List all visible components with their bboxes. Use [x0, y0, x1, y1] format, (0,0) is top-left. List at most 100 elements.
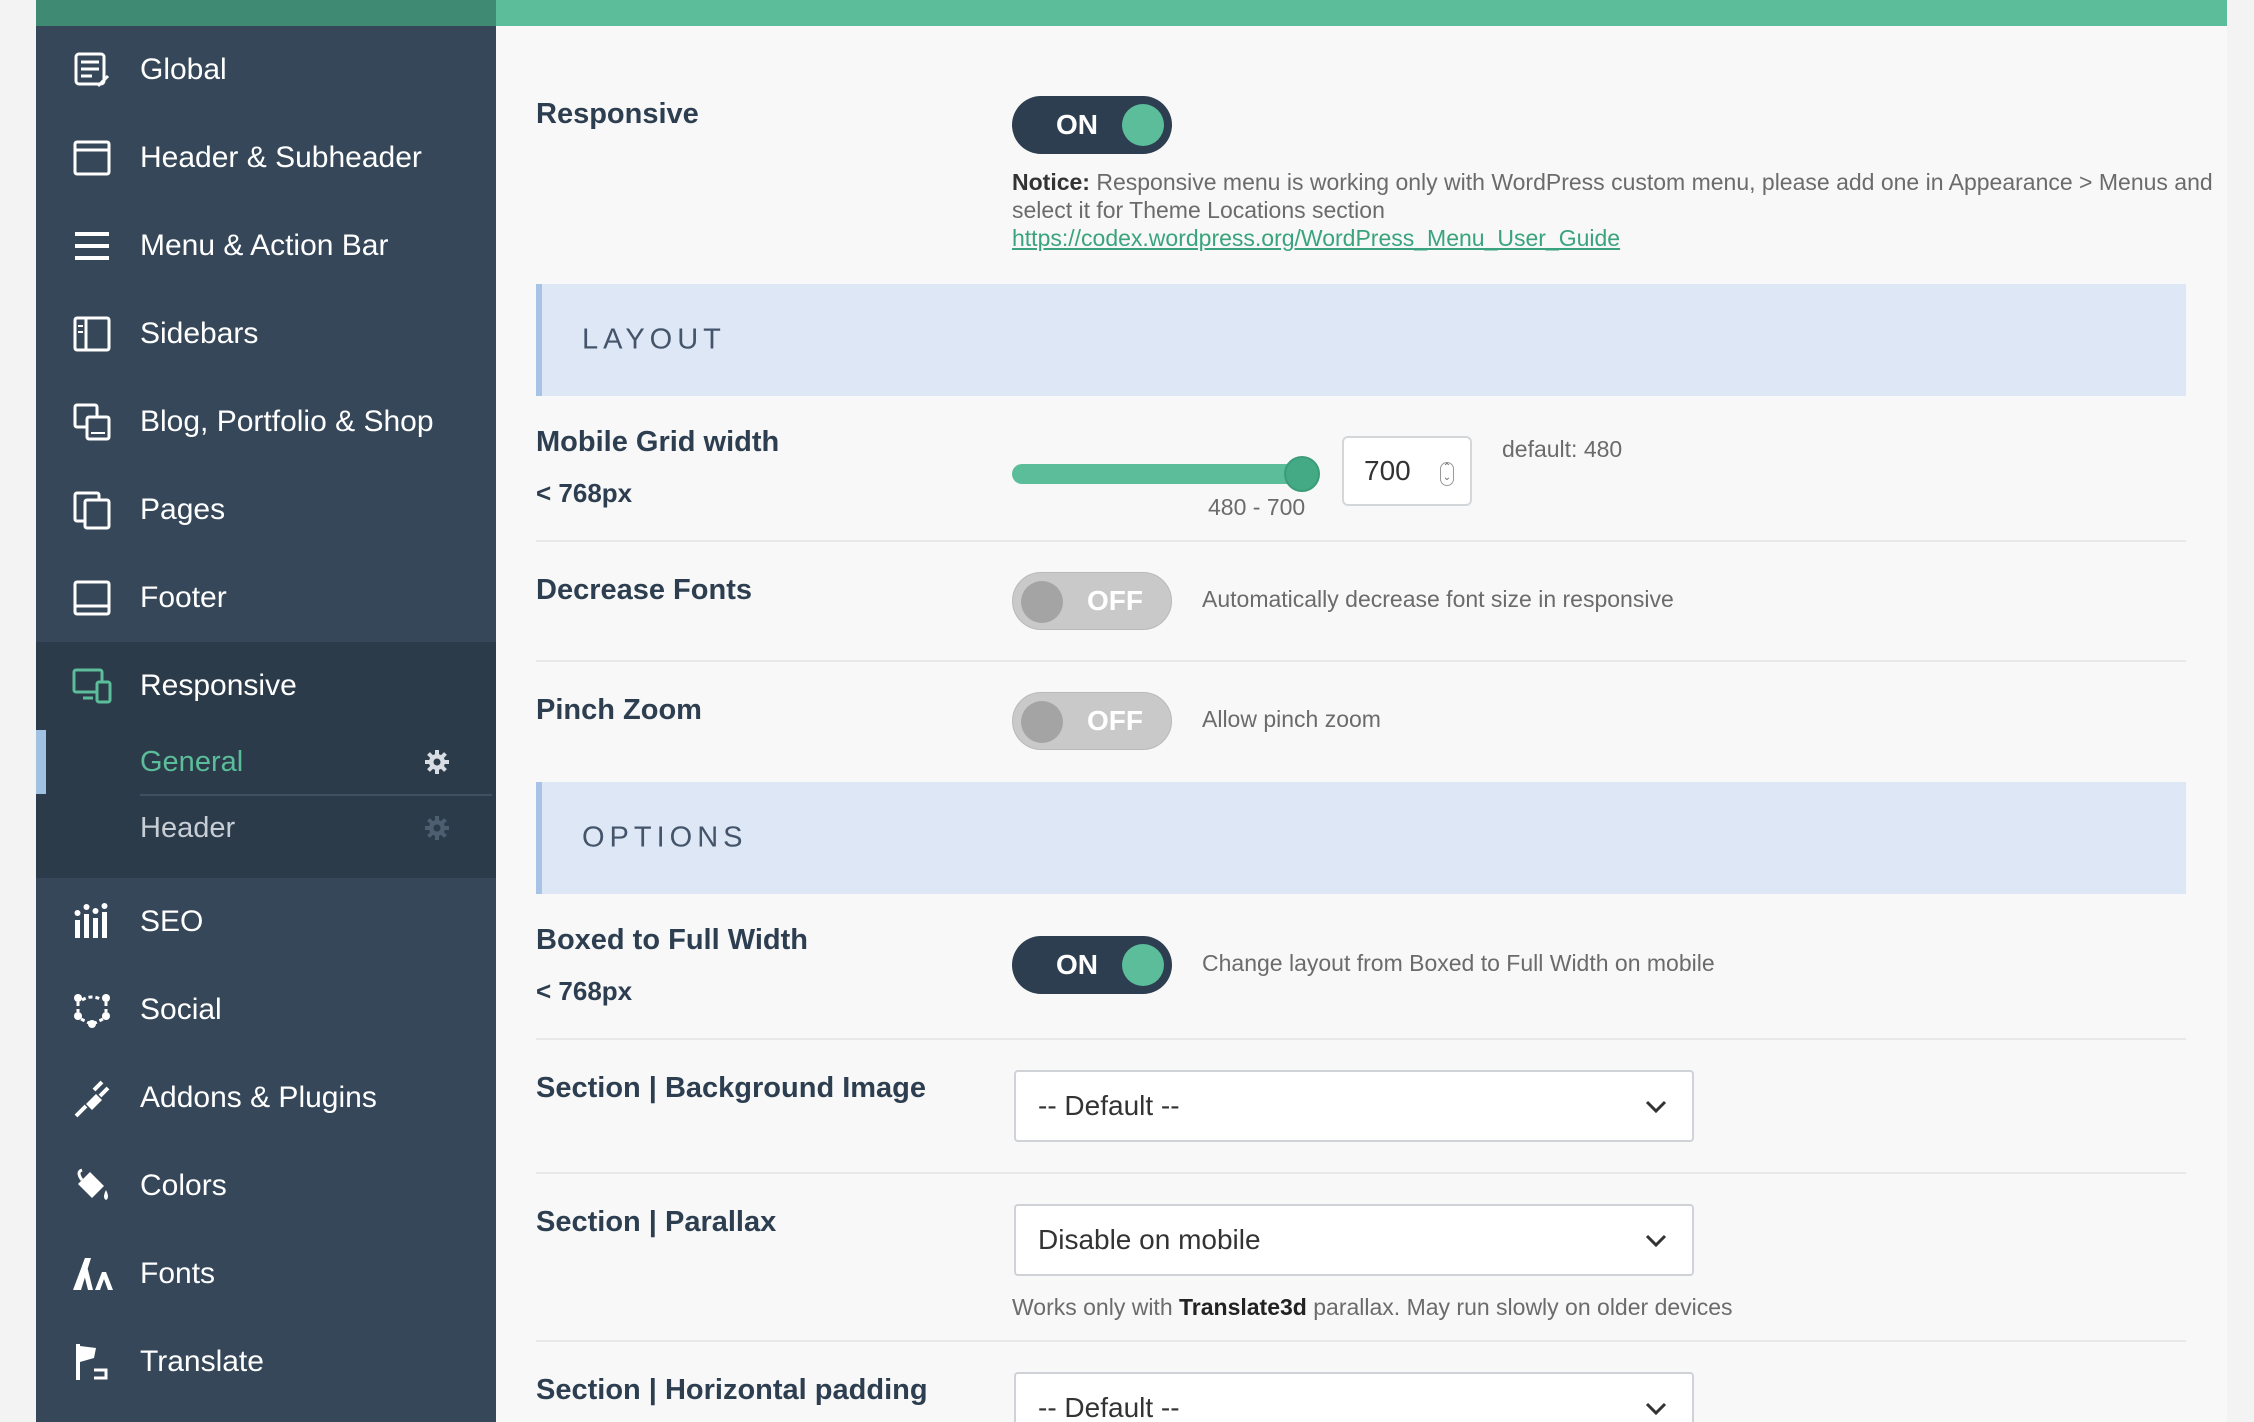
sidebar-item-colors[interactable]: Colors [36, 1142, 496, 1230]
global-settings-icon [70, 48, 114, 92]
sidebar-item-label: Blog, Portfolio & Shop [140, 405, 434, 438]
sidebar-item-global[interactable]: Global [36, 26, 496, 114]
sidebar-item-seo[interactable]: SEO [36, 878, 496, 966]
sidebar-item-label: Sidebars [140, 317, 259, 350]
notice-title: Notice: [1012, 169, 1090, 195]
footer-layout-icon [70, 576, 114, 620]
sidebar-item-blog-portfolio-shop[interactable]: Blog, Portfolio & Shop [36, 378, 496, 466]
mobile-grid-sublabel: < 768px [536, 478, 633, 508]
plugin-icon [70, 1076, 114, 1120]
toggle-text: OFF [1087, 585, 1143, 616]
translate-flag-icon [70, 1340, 114, 1384]
header-window-icon [70, 136, 114, 180]
app-frame: Global Header & Subheader Menu & Action … [36, 0, 2227, 1422]
submenu-item-header[interactable]: Header [36, 796, 496, 860]
layout-section-heading: LAYOUT [536, 284, 2186, 396]
section-title: LAYOUT [582, 323, 726, 356]
chevron-down-icon [1645, 1234, 1667, 1248]
hamburger-menu-icon [70, 224, 114, 268]
horizontal-padding-label: Section | Horizontal padding [536, 1374, 928, 1406]
seo-bars-icon [70, 900, 114, 944]
sidebar: Global Header & Subheader Menu & Action … [36, 26, 496, 1422]
sidebar-item-sidebars[interactable]: Sidebars [36, 290, 496, 378]
mobile-grid-label: Mobile Grid width [536, 426, 780, 458]
submenu-item-label: General [140, 745, 244, 778]
responsive-devices-icon [70, 664, 114, 708]
submenu-item-label: Header [140, 811, 236, 844]
sidebar-item-label: Menu & Action Bar [140, 229, 389, 262]
sidebar-item-header-subheader[interactable]: Header & Subheader [36, 114, 496, 202]
grid-width-slider-track[interactable] [1012, 464, 1302, 484]
sidebar-item-label: Pages [140, 493, 226, 526]
sidebar-item-responsive[interactable]: Responsive [36, 642, 496, 730]
pinch-zoom-toggle[interactable]: OFF [1012, 692, 1172, 750]
note-bold-text: Translate3d [1179, 1294, 1307, 1320]
sidebar-item-label: Colors [140, 1169, 227, 1202]
grid-width-input[interactable]: 700 ⌃ ⌄ [1342, 436, 1472, 506]
pinch-zoom-label: Pinch Zoom [536, 694, 702, 726]
parallax-note: Works only with Translate3d parallax. Ma… [1012, 1294, 1733, 1321]
gear-icon[interactable] [424, 815, 450, 841]
social-network-icon [70, 988, 114, 1032]
sidebar-item-label: Footer [140, 581, 227, 614]
row-divider [536, 1172, 2186, 1174]
sidebar-item-footer[interactable]: Footer [36, 554, 496, 642]
toggle-knob [1021, 581, 1063, 623]
toggle-knob [1122, 104, 1164, 146]
active-marker [36, 730, 46, 794]
wordpress-menu-guide-link[interactable]: https://codex.wordpress.org/WordPress_Me… [1012, 225, 1620, 251]
boxed-full-width-sublabel: < 768px [536, 976, 633, 1006]
responsive-toggle[interactable]: ON [1012, 96, 1172, 154]
pinch-zoom-description: Allow pinch zoom [1202, 706, 1381, 732]
sidebar-item-fonts[interactable]: Fonts [36, 1230, 496, 1318]
section-title: OPTIONS [582, 821, 748, 854]
row-divider [536, 660, 2186, 662]
sidebar-item-label: SEO [140, 905, 204, 938]
submenu-item-general[interactable]: General [36, 730, 496, 794]
boxed-full-width-label: Boxed to Full Width [536, 924, 808, 956]
sidebar-item-label: Social [140, 993, 222, 1026]
grid-width-slider-handle[interactable] [1284, 456, 1320, 492]
decrease-fonts-toggle[interactable]: OFF [1012, 572, 1172, 630]
settings-panel: Responsive ON Notice: Responsive menu is… [496, 26, 2227, 1422]
grid-width-default: default: 480 [1502, 436, 1623, 462]
pages-icon [70, 488, 114, 532]
sidebar-item-translate[interactable]: Translate [36, 1318, 496, 1406]
decrease-fonts-description: Automatically decrease font size in resp… [1202, 586, 1674, 612]
toggle-knob [1122, 944, 1164, 986]
background-image-label: Section | Background Image [536, 1072, 927, 1104]
responsive-notice: Notice: Responsive menu is working only … [1012, 168, 2222, 252]
sidebar-item-social[interactable]: Social [36, 966, 496, 1054]
parallax-select[interactable]: Disable on mobile [1014, 1204, 1694, 1276]
select-value: Disable on mobile [1038, 1224, 1261, 1255]
options-section-heading: OPTIONS [536, 782, 2186, 894]
chevron-down-icon [1645, 1100, 1667, 1114]
note-text: Works only with [1012, 1294, 1180, 1320]
sidebar-item-label: Responsive [140, 669, 297, 702]
sidebar-item-pages[interactable]: Pages [36, 466, 496, 554]
toggle-text: ON [1056, 109, 1098, 140]
sidebar-item-label: Global [140, 53, 227, 86]
note-text: parallax. May run slowly on older device… [1306, 1294, 1733, 1320]
decrease-fonts-label: Decrease Fonts [536, 574, 752, 606]
blog-portfolio-icon [70, 400, 114, 444]
sidebar-item-label: Translate [140, 1345, 264, 1378]
parallax-label: Section | Parallax [536, 1206, 777, 1238]
background-image-select[interactable]: -- Default -- [1014, 1070, 1694, 1142]
responsive-label: Responsive [536, 98, 699, 130]
toggle-text: OFF [1087, 705, 1143, 736]
responsive-submenu: Responsive General Header [36, 642, 496, 878]
number-spinner-icon[interactable]: ⌃ ⌄ [1440, 462, 1454, 486]
boxed-full-width-toggle[interactable]: ON [1012, 936, 1172, 994]
horizontal-padding-select[interactable]: -- Default -- [1014, 1372, 1694, 1422]
sidebar-item-menu-action-bar[interactable]: Menu & Action Bar [36, 202, 496, 290]
chevron-down-icon [1645, 1402, 1667, 1416]
gear-icon[interactable] [424, 749, 450, 775]
sidebar-item-label: Addons & Plugins [140, 1081, 377, 1114]
paint-bucket-icon [70, 1164, 114, 1208]
toggle-knob [1021, 701, 1063, 743]
grid-width-range: 480 - 700 [1208, 494, 1306, 520]
toggle-text: ON [1056, 949, 1098, 980]
row-divider [536, 1038, 2186, 1040]
sidebar-item-addons-plugins[interactable]: Addons & Plugins [36, 1054, 496, 1142]
